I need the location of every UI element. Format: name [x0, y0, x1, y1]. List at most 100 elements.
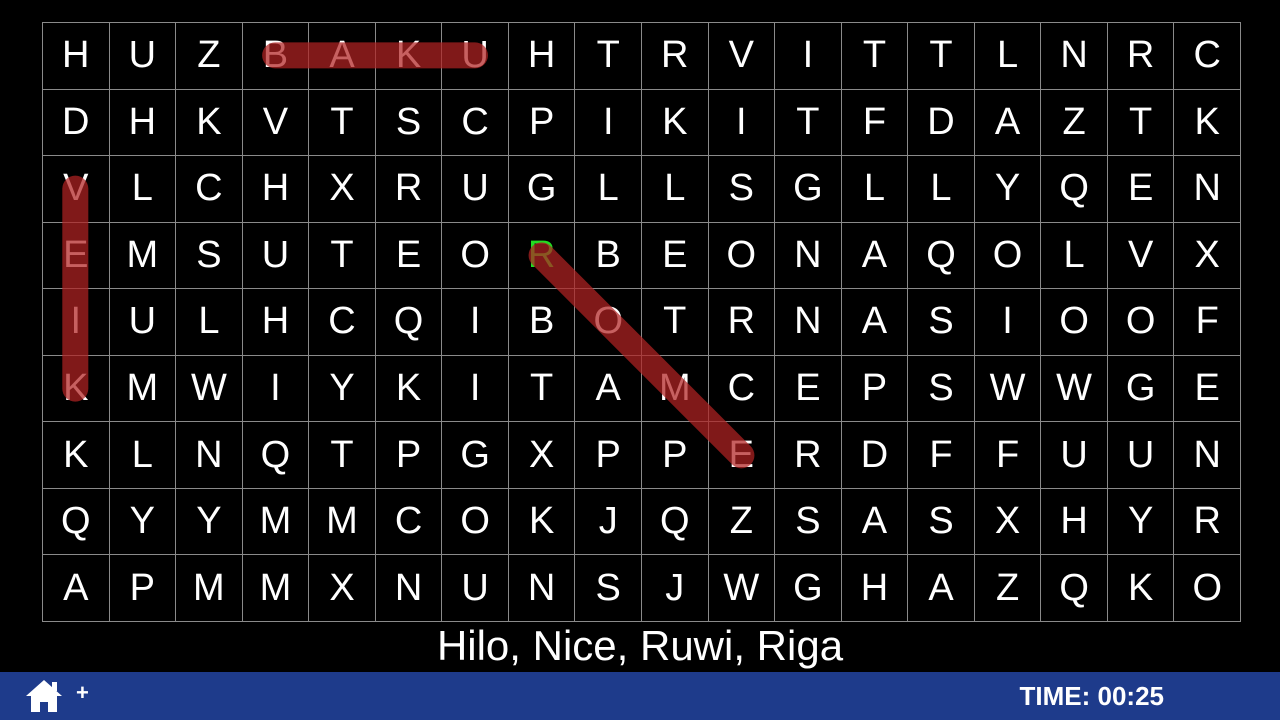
grid-cell[interactable]: I [43, 289, 110, 356]
grid-cell[interactable]: O [575, 289, 642, 356]
add-button[interactable]: + [76, 680, 89, 706]
grid-cell[interactable]: W [1041, 355, 1108, 423]
grid-cell[interactable]: J [642, 555, 709, 622]
grid-cell[interactable]: R [1174, 488, 1241, 556]
grid-cell[interactable]: M [309, 488, 376, 556]
grid-cell[interactable]: I [775, 23, 842, 90]
grid-cell[interactable]: P [375, 422, 443, 489]
grid-cell[interactable]: U [109, 289, 177, 356]
grid-cell[interactable]: P [642, 422, 709, 489]
grid-cell[interactable]: S [908, 355, 975, 423]
grid-cell[interactable]: T [309, 89, 376, 157]
grid-cell[interactable]: L [908, 156, 975, 223]
grid-cell[interactable]: K [508, 488, 576, 556]
grid-cell[interactable]: Y [309, 355, 376, 423]
grid-cell[interactable]: U [242, 222, 310, 290]
grid-cell[interactable]: E [43, 222, 110, 290]
grid-cell[interactable]: S [708, 156, 776, 223]
grid-cell[interactable]: Z [176, 23, 243, 90]
grid-cell[interactable]: T [908, 23, 975, 90]
grid-cell[interactable]: A [309, 23, 376, 90]
home-button[interactable] [24, 678, 64, 714]
grid-cell[interactable]: A [575, 355, 642, 423]
grid-cell[interactable]: R [642, 23, 709, 90]
grid-cell[interactable]: F [974, 422, 1042, 489]
grid-cell[interactable]: N [775, 222, 842, 290]
grid-cell[interactable]: I [708, 89, 776, 157]
grid-cell[interactable]: S [575, 555, 642, 622]
grid-cell[interactable]: V [708, 23, 776, 90]
grid-cell[interactable]: L [642, 156, 709, 223]
grid-cell[interactable]: I [442, 289, 509, 356]
grid-cell[interactable]: S [375, 89, 443, 157]
grid-cell[interactable]: O [1107, 289, 1175, 356]
grid-cell[interactable]: M [242, 555, 310, 622]
grid-cell[interactable]: E [1174, 355, 1241, 423]
grid-cell[interactable]: T [841, 23, 909, 90]
grid-cell[interactable]: N [176, 422, 243, 489]
grid-cell[interactable]: T [642, 289, 709, 356]
grid-cell[interactable]: C [1174, 23, 1241, 90]
grid-cell[interactable]: Y [109, 488, 177, 556]
grid-cell[interactable]: K [176, 89, 243, 157]
grid-cell[interactable]: F [908, 422, 975, 489]
grid-cell[interactable]: S [908, 289, 975, 356]
grid-cell[interactable]: V [242, 89, 310, 157]
grid-cell[interactable]: G [775, 156, 842, 223]
grid-cell[interactable]: G [442, 422, 509, 489]
grid-cell[interactable]: N [508, 555, 576, 622]
grid-cell[interactable]: B [508, 289, 576, 356]
grid-cell[interactable]: X [309, 156, 376, 223]
grid-cell[interactable]: N [775, 289, 842, 356]
grid-cell[interactable]: H [508, 23, 576, 90]
grid-cell[interactable]: O [442, 222, 509, 290]
grid-cell[interactable]: Q [908, 222, 975, 290]
grid-cell[interactable]: M [642, 355, 709, 423]
grid-cell[interactable]: P [841, 355, 909, 423]
grid-cell[interactable]: O [442, 488, 509, 556]
grid-cell[interactable]: E [775, 355, 842, 423]
grid-cell[interactable]: C [442, 89, 509, 157]
grid-cell[interactable]: E [375, 222, 443, 290]
grid-cell[interactable]: D [43, 89, 110, 157]
grid-cell[interactable]: K [1174, 89, 1241, 157]
grid-cell[interactable]: K [43, 355, 110, 423]
grid-cell[interactable]: O [1174, 555, 1241, 622]
grid-cell[interactable]: W [974, 355, 1042, 423]
grid-cell[interactable]: L [109, 156, 177, 223]
grid-cell[interactable]: T [309, 422, 376, 489]
grid-cell[interactable]: F [1174, 289, 1241, 356]
grid-cell[interactable]: X [508, 422, 576, 489]
grid-cell[interactable]: M [176, 555, 243, 622]
grid-cell[interactable]: T [775, 89, 842, 157]
grid-cell[interactable]: W [708, 555, 776, 622]
grid-cell[interactable]: A [43, 555, 110, 622]
grid-cell[interactable]: I [974, 289, 1042, 356]
grid-cell[interactable]: N [1174, 422, 1241, 489]
grid-cell[interactable]: R [708, 289, 776, 356]
grid-cell[interactable]: H [242, 156, 310, 223]
grid-cell[interactable]: D [908, 89, 975, 157]
grid-cell[interactable]: I [442, 355, 509, 423]
grid-cell[interactable]: O [708, 222, 776, 290]
grid-cell[interactable]: C [375, 488, 443, 556]
grid-cell[interactable]: E [1107, 156, 1175, 223]
grid-cell[interactable]: T [575, 23, 642, 90]
grid-cell[interactable]: H [841, 555, 909, 622]
grid-cell[interactable]: R [1107, 23, 1175, 90]
grid-cell[interactable]: C [309, 289, 376, 356]
grid-cell[interactable]: R [775, 422, 842, 489]
grid-cell[interactable]: K [642, 89, 709, 157]
grid-cell[interactable]: I [575, 89, 642, 157]
grid-cell[interactable]: Y [176, 488, 243, 556]
grid-cell[interactable]: T [309, 222, 376, 290]
grid-cell[interactable]: J [575, 488, 642, 556]
grid-cell[interactable]: Q [43, 488, 110, 556]
grid-cell[interactable]: P [508, 89, 576, 157]
grid-cell[interactable]: B [575, 222, 642, 290]
grid-cell[interactable]: U [1041, 422, 1108, 489]
grid-cell[interactable]: Y [974, 156, 1042, 223]
grid-cell[interactable]: Z [708, 488, 776, 556]
grid-cell[interactable]: K [1107, 555, 1175, 622]
grid-cell[interactable]: S [176, 222, 243, 290]
